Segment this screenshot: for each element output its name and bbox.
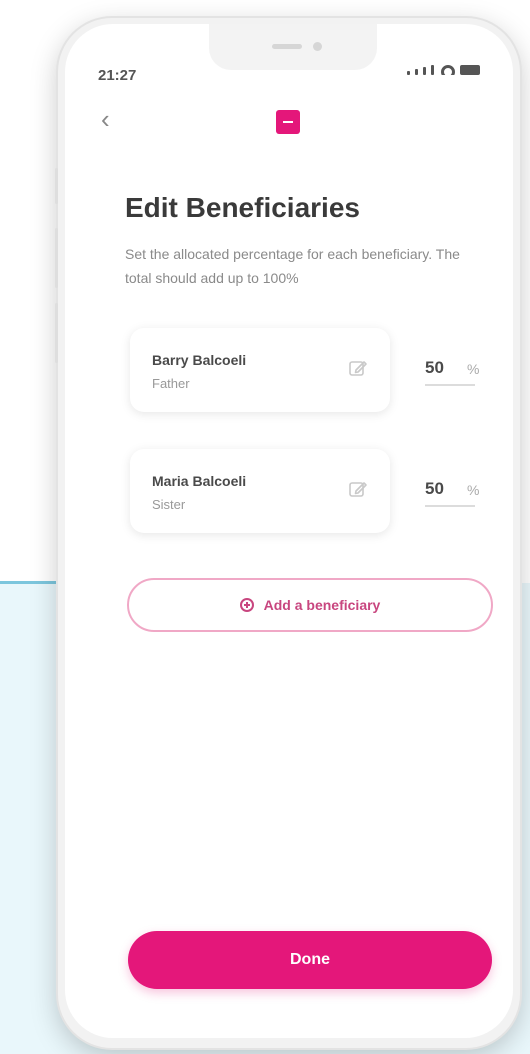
- speaker: [272, 44, 302, 49]
- beneficiary-relation: Father: [152, 376, 190, 391]
- wifi-icon: [441, 65, 455, 75]
- beneficiary-card[interactable]: Barry Balcoeli Father: [130, 328, 390, 412]
- signal-icon: [407, 71, 410, 75]
- camera: [313, 42, 322, 51]
- percent-unit: %: [467, 361, 480, 377]
- signal-icon-bar: [415, 69, 418, 75]
- add-beneficiary-button[interactable]: Add a beneficiary: [127, 578, 493, 632]
- plus-circle-icon: [239, 598, 254, 612]
- edit-icon[interactable]: [348, 358, 368, 378]
- app-logo-icon: [276, 110, 300, 134]
- phone-frame: 21:27 ‹ Edit Beneficiaries Set the alloc…: [55, 18, 520, 1048]
- phone-side-button: [55, 228, 58, 288]
- signal-icon-bar: [431, 65, 434, 75]
- signal-icon-bar: [423, 67, 426, 75]
- chevron-left-icon: ‹: [101, 104, 110, 134]
- battery-icon: [460, 65, 480, 75]
- status-icons: [407, 65, 480, 75]
- beneficiary-name: Maria Balcoeli: [152, 473, 247, 489]
- phone-side-button: [55, 168, 58, 204]
- edit-icon[interactable]: [348, 479, 368, 499]
- beneficiary-card[interactable]: Maria Balcoeli Sister: [130, 449, 390, 533]
- beneficiary-relation: Sister: [152, 497, 186, 512]
- page-description: Set the allocated percentage for each be…: [125, 246, 460, 286]
- back-button[interactable]: ‹: [101, 106, 110, 132]
- page-title: Edit Beneficiaries: [125, 192, 360, 223]
- phone-side-button: [55, 303, 58, 363]
- beneficiary-name: Barry Balcoeli: [152, 352, 247, 368]
- add-beneficiary-label: Add a beneficiary: [263, 597, 381, 613]
- phone-screen: 21:27 ‹ Edit Beneficiaries Set the alloc…: [65, 24, 513, 1038]
- done-button[interactable]: Done: [128, 931, 492, 989]
- notch: [209, 24, 377, 70]
- percent-unit: %: [467, 482, 480, 498]
- status-time: 21:27: [98, 67, 137, 84]
